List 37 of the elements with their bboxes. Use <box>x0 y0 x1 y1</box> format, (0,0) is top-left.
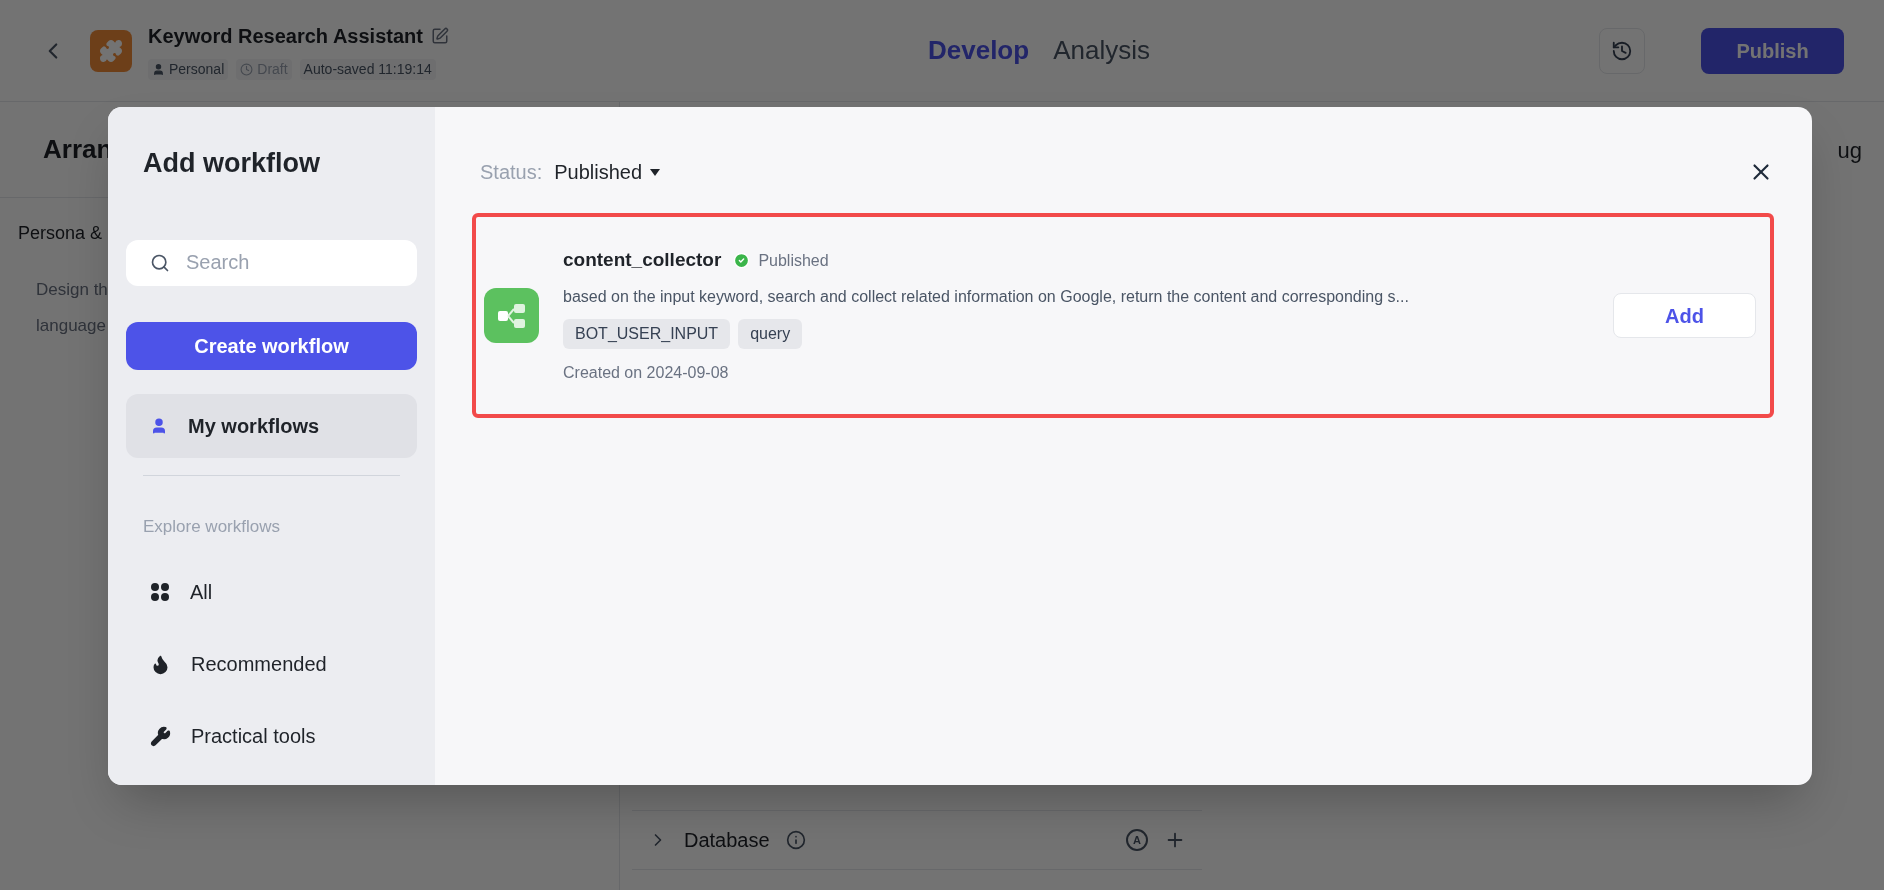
search-icon <box>150 252 170 273</box>
parameter-tag: query <box>738 318 803 349</box>
parameter-tag: BOT_USER_INPUT <box>563 318 731 349</box>
bot-title: Keyword Research Assistant <box>148 24 423 49</box>
panel-heading: ug <box>1837 136 1862 165</box>
section-title: Persona & <box>18 223 103 243</box>
section-label: Explore workflows <box>143 515 281 538</box>
panel-row-label: Database <box>684 828 770 853</box>
auto-icon: A <box>1126 829 1148 851</box>
workflow-status: Published <box>758 250 829 271</box>
search-field[interactable]: Search <box>126 239 417 286</box>
owner-badge: Personal <box>148 59 229 80</box>
app-icon <box>90 29 132 72</box>
info-icon <box>785 830 806 850</box>
autosave-text: Auto-saved 11:19:14 <box>299 59 436 80</box>
status-label: Status: <box>480 160 543 185</box>
status-dropdown[interactable]: Published <box>554 157 661 187</box>
caret-icon <box>650 168 661 176</box>
category-item[interactable]: Practical tools <box>126 713 417 759</box>
history-button[interactable] <box>1599 27 1645 74</box>
edit-icon[interactable] <box>430 27 449 45</box>
person-icon <box>150 416 168 435</box>
wrench-icon <box>150 725 171 747</box>
category-item[interactable]: Recommended <box>126 641 417 687</box>
add-button[interactable]: Add <box>1613 293 1756 338</box>
workflow-icon <box>484 288 539 343</box>
prompt-text: language <box>36 314 106 337</box>
history-icon <box>1611 39 1633 62</box>
category-item[interactable]: All <box>126 569 417 615</box>
workflow-name: content_collector <box>563 248 722 273</box>
created-date: Created on 2024-09-08 <box>563 362 730 383</box>
grid-icon <box>150 582 170 602</box>
dialog-title: Add workflow <box>143 147 321 180</box>
prompt-text: Design th <box>36 279 108 301</box>
create-workflow-button[interactable]: Create workflow <box>126 321 417 370</box>
workflow-description: based on the input keyword, search and collect related information on Google, return the content and corresponding s... <box>563 286 1410 307</box>
nav-item[interactable]: My workflows <box>126 393 417 458</box>
